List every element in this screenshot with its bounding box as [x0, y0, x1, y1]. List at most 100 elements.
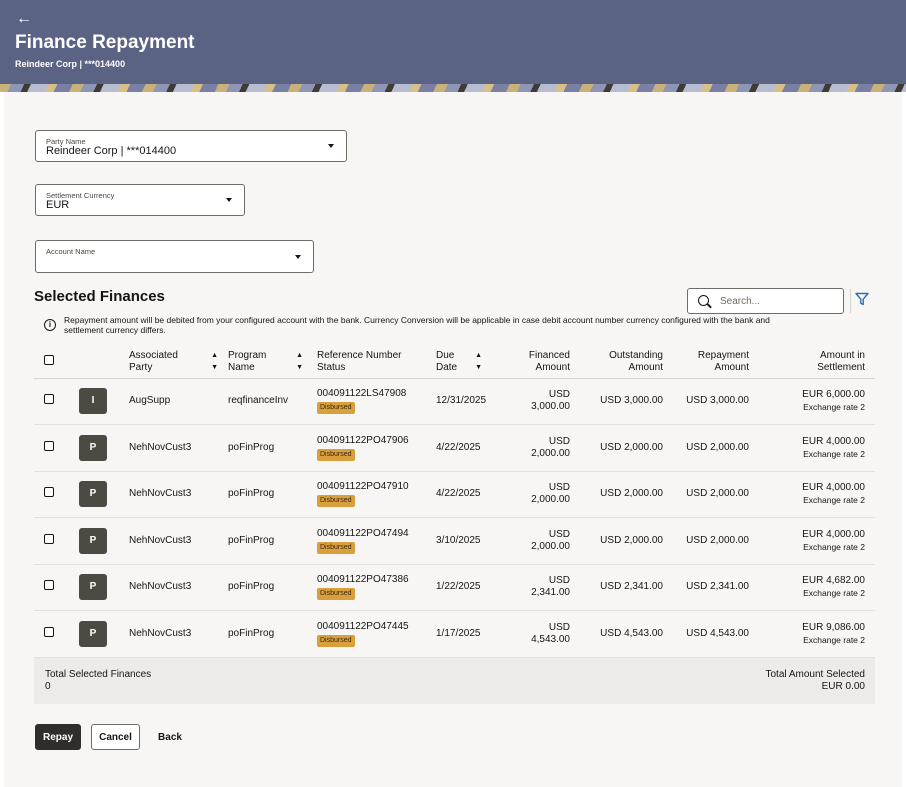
total-amount-label: Total Amount Selected [765, 669, 865, 680]
reference-number: 004091122PO47910 [317, 481, 409, 493]
party-avatar: P [79, 574, 107, 601]
settlement-amount-cell: EUR 4,682.00 Exchange rate 2 [753, 564, 875, 611]
program-name-cell: poFinProg [228, 424, 317, 472]
outstanding-amount-cell: USD 2,341.00 [574, 564, 667, 611]
divider [850, 289, 851, 313]
repayment-amount-cell: USD 2,341.00 [667, 564, 753, 611]
due-date-cell: 4/22/2025 [436, 471, 504, 518]
settlement-amount-cell: EUR 9,086.00 Exchange rate 2 [753, 610, 875, 658]
due-date-cell: 12/31/2025 [436, 378, 504, 425]
page-header: ← Finance Repayment Reindeer Corp | ***0… [0, 0, 906, 92]
table-row[interactable]: P NehNovCust3 poFinProg 004091122PO47386 Dis… [34, 564, 875, 611]
table-row[interactable]: P NehNovCust3 poFinProg 004091122PO47910 Dis… [34, 471, 875, 518]
back-button[interactable]: Back [150, 724, 190, 750]
back-arrow-icon[interactable]: ← [16, 10, 32, 28]
associated-party-cell: NehNovCust3 [129, 517, 228, 565]
exchange-rate: Exchange rate 2 [803, 448, 865, 459]
search-box[interactable] [687, 288, 844, 314]
settlement-amount-cell: EUR 6,000.00 Exchange rate 2 [753, 378, 875, 425]
party-name-select[interactable]: Party Name Reindeer Corp | ***014400 [35, 130, 347, 162]
status-badge: Disbursed [317, 448, 355, 461]
row-checkbox[interactable] [44, 440, 54, 451]
settlement-currency-select[interactable]: Settlement Currency EUR [35, 184, 245, 216]
search-input[interactable] [720, 293, 838, 309]
party-avatar: P [79, 481, 107, 508]
financed-amount-cell: USD 2,000.00 [504, 471, 574, 518]
chevron-down-icon [295, 254, 301, 259]
party-avatar: P [79, 620, 107, 647]
reference-cell: 004091122PO47445 Disbursed [317, 610, 436, 658]
reference-number: 004091122PO47494 [317, 527, 409, 539]
outstanding-amount-cell: USD 4,543.00 [574, 610, 667, 658]
outstanding-amount-cell: USD 2,000.00 [574, 517, 667, 565]
section-title: Selected Finances [34, 288, 165, 305]
repayment-amount-cell: USD 2,000.00 [667, 424, 753, 472]
repay-button[interactable]: Repay [35, 724, 81, 750]
chevron-down-icon [226, 198, 232, 202]
program-name-cell: poFinProg [228, 471, 317, 518]
totals-bar: Total Selected Finances 0 Total Amount S… [34, 658, 875, 704]
sort-icon[interactable]: ▲ ▼ [475, 350, 482, 374]
associated-party-cell: NehNovCust3 [129, 424, 228, 472]
settlement-currency-value: EUR [46, 199, 70, 211]
outstanding-amount-cell: USD 3,000.00 [574, 378, 667, 425]
account-name-select[interactable]: Account Name [35, 240, 314, 273]
col-associated-party[interactable]: Associated Party ▲ ▼ [129, 346, 228, 379]
col-outstanding-amount: Outstanding Amount [574, 346, 667, 379]
row-checkbox[interactable] [44, 580, 54, 591]
total-amount-value: EUR 0.00 [821, 681, 865, 692]
select-all-checkbox[interactable] [44, 354, 54, 365]
col-program-name[interactable]: Program Name ▲ ▼ [228, 346, 317, 379]
info-message: Repayment amount will be debited from yo… [64, 315, 804, 335]
info-icon: i [44, 319, 56, 331]
main-content: Party Name Reindeer Corp | ***014400 Set… [4, 92, 902, 787]
repayment-amount-cell: USD 2,000.00 [667, 471, 753, 518]
repayment-amount-cell: USD 4,543.00 [667, 610, 753, 658]
financed-amount-cell: USD 2,000.00 [504, 517, 574, 565]
repayment-amount-cell: USD 2,000.00 [667, 517, 753, 565]
financed-amount-cell: USD 3,000.00 [504, 378, 574, 425]
settlement-amount-cell: EUR 4,000.00 Exchange rate 2 [753, 517, 875, 565]
row-checkbox[interactable] [44, 394, 54, 405]
row-checkbox[interactable] [44, 533, 54, 544]
col-reference-status: Reference Number Status [317, 346, 436, 379]
program-name-cell: reqfinanceInv [228, 378, 317, 425]
filter-icon[interactable] [855, 292, 869, 306]
associated-party-cell: NehNovCust3 [129, 610, 228, 658]
info-text: Repayment amount will be debited from yo… [64, 315, 770, 335]
reference-cell: 004091122LS47908 Disbursed [317, 378, 436, 425]
party-avatar: P [79, 527, 107, 554]
chevron-down-icon [328, 144, 334, 148]
reference-number: 004091122LS47908 [317, 388, 407, 400]
status-badge: Disbursed [317, 541, 355, 554]
total-selected-value: 0 [45, 681, 51, 692]
due-date-cell: 3/10/2025 [436, 517, 504, 565]
status-badge: Disbursed [317, 588, 355, 601]
repayment-amount-cell: USD 3,000.00 [667, 378, 753, 425]
party-avatar: I [79, 388, 107, 415]
party-avatar: P [79, 434, 107, 461]
col-due-date[interactable]: Due Date ▲ ▼ [436, 346, 504, 379]
cancel-button[interactable]: Cancel [91, 724, 140, 750]
row-checkbox[interactable] [44, 487, 54, 498]
reference-number: 004091122PO47386 [317, 574, 409, 586]
status-badge: Disbursed [317, 634, 355, 647]
program-name-cell: poFinProg [228, 610, 317, 658]
col-amount-settlement: Amount in Settlement [753, 346, 875, 379]
settlement-amount-cell: EUR 4,000.00 Exchange rate 2 [753, 471, 875, 518]
reference-number: 004091122PO47906 [317, 434, 409, 446]
sort-icon[interactable]: ▲ ▼ [211, 350, 218, 374]
table-row[interactable]: I AugSupp reqfinanceInv 004091122LS47908 Dis… [34, 378, 875, 425]
col-repayment-amount: Repayment Amount [667, 346, 753, 379]
total-selected-label: Total Selected Finances [45, 669, 152, 680]
table-row[interactable]: P NehNovCust3 poFinProg 004091122PO47494 Dis… [34, 517, 875, 565]
row-checkbox[interactable] [44, 626, 54, 637]
table-row[interactable]: P NehNovCust3 poFinProg 004091122PO47906 Dis… [34, 424, 875, 472]
associated-party-cell: AugSupp [129, 378, 228, 425]
outstanding-amount-cell: USD 2,000.00 [574, 471, 667, 518]
table-row[interactable]: P NehNovCust3 poFinProg 004091122PO47445 Dis… [34, 610, 875, 658]
due-date-cell: 1/17/2025 [436, 610, 504, 658]
exchange-rate: Exchange rate 2 [803, 634, 865, 645]
program-name-cell: poFinProg [228, 564, 317, 611]
sort-icon[interactable]: ▲ ▼ [296, 350, 303, 374]
